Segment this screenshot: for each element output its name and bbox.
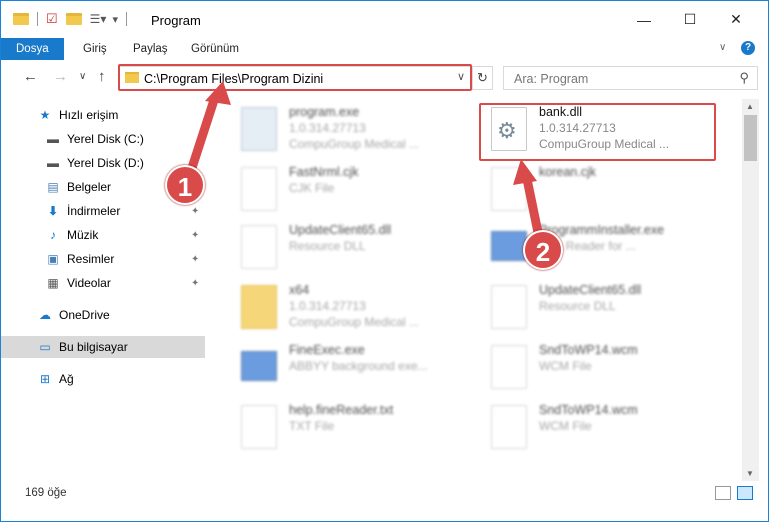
callout-arrowhead-2 — [513, 159, 537, 185]
scroll-thumb[interactable] — [744, 115, 757, 161]
callout-badge-2: 2 — [523, 230, 563, 270]
large-icons-view-icon[interactable] — [737, 486, 753, 500]
explorer-window: ☑ ☰▾ ▾ Program — ☐ ✕ Dosya Giriş Paylaş … — [0, 0, 769, 522]
callout-arrowhead-1 — [205, 81, 231, 105]
vertical-scrollbar[interactable]: ▲ ▼ — [742, 99, 759, 481]
scroll-down-icon[interactable]: ▼ — [746, 469, 754, 478]
callout-arrow-1 — [184, 92, 220, 182]
details-view-icon[interactable] — [715, 486, 731, 500]
callout-badge-1: 1 — [165, 165, 205, 205]
scroll-up-icon[interactable]: ▲ — [746, 102, 754, 111]
item-count: 169 öğe — [25, 487, 67, 499]
status-bar: 169 öğe — [1, 482, 768, 504]
callout-arrows — [184, 81, 546, 252]
